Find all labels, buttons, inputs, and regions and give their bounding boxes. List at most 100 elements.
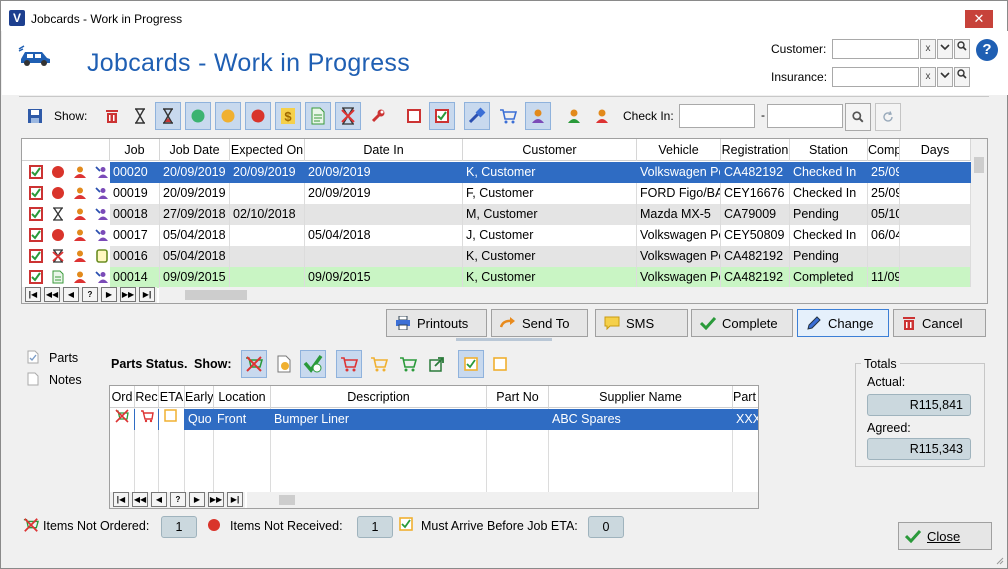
parts-column-header-description[interactable]: Description <box>271 386 487 408</box>
filter-user-green-button[interactable] <box>561 102 587 130</box>
parts-filter-approved-button[interactable] <box>300 350 326 378</box>
jobs-column-header-expected-on[interactable]: Expected On <box>230 139 305 161</box>
customer-input[interactable] <box>832 39 919 59</box>
parts-filter-eta-checked-button[interactable] <box>458 350 484 378</box>
insurance-input[interactable] <box>832 67 919 87</box>
window-close-button[interactable]: ✕ <box>965 10 993 28</box>
check-in-to-input[interactable] <box>767 104 843 128</box>
jobs-column-header-station[interactable]: Station <box>790 139 868 161</box>
jobs-vertical-scrollbar[interactable] <box>971 139 987 287</box>
refresh-button[interactable] <box>875 103 901 131</box>
job-cell-job: 00016 <box>110 246 160 267</box>
insurance-dropdown-button[interactable] <box>937 67 953 87</box>
check-in-from-input[interactable] <box>679 104 755 128</box>
filter-orange-button[interactable] <box>215 102 241 130</box>
filter-red-button[interactable] <box>245 102 271 130</box>
complete-button[interactable]: Complete <box>691 309 793 337</box>
jobs-column-header-job[interactable]: Job <box>110 139 160 161</box>
close-button[interactable]: Close <box>898 522 992 550</box>
filter-parts-cart-button[interactable] <box>495 102 521 130</box>
help-icon[interactable]: ? <box>976 39 998 61</box>
jobs-nav-info-button[interactable]: ? <box>82 287 98 302</box>
filter-unchecked-button[interactable] <box>401 102 427 130</box>
save-icon[interactable] <box>27 108 43 124</box>
parts-column-header-ord[interactable]: Ord <box>110 386 135 408</box>
jobs-column-header-status[interactable] <box>22 139 110 161</box>
parts-filter-cart-red-button[interactable] <box>336 350 362 378</box>
filter-no-time-button[interactable] <box>335 102 361 130</box>
parts-filter-ordered-button[interactable] <box>271 350 297 378</box>
jobs-column-header-days[interactable]: Days <box>900 139 971 161</box>
send-to-button[interactable]: Send To <box>491 309 588 337</box>
parts-column-header-eta[interactable]: ETA <box>159 386 185 408</box>
jobs-nav-prev-page-button[interactable]: ◀◀ <box>44 287 60 302</box>
parts-nav-info-button[interactable]: ? <box>170 492 186 507</box>
parts-column-header-rec[interactable]: Rec <box>135 386 159 408</box>
jobs-column-header-date-in[interactable]: Date In <box>305 139 463 161</box>
jobs-nav-prev-button[interactable]: ◀ <box>63 287 79 302</box>
jobs-hscroll-thumb[interactable] <box>185 290 247 300</box>
check-in-search-button[interactable] <box>845 103 871 131</box>
parts-hscroll-thumb[interactable] <box>279 495 295 505</box>
parts-column-header-supplier[interactable]: Supplier Name <box>549 386 733 408</box>
jobs-column-header-completed[interactable]: Completed <box>868 139 900 161</box>
jobs-column-header-vehicle[interactable]: Vehicle <box>637 139 721 161</box>
cancel-button[interactable]: Cancel <box>893 309 986 337</box>
panel-splitter[interactable] <box>456 338 552 341</box>
side-item-parts[interactable]: Parts <box>49 351 78 365</box>
parts-horizontal-scrollbar[interactable] <box>247 492 758 508</box>
insurance-clear-button[interactable]: x <box>920 67 936 87</box>
parts-nav-prev-button[interactable]: ◀ <box>151 492 167 507</box>
parts-nav-next-button[interactable]: ▶ <box>189 492 205 507</box>
parts-column-header-location[interactable]: Location <box>214 386 271 408</box>
jobs-table-row[interactable]: 00014 09/09/2015 09/09/2015 K, Customer Volk… <box>22 267 971 288</box>
filter-user-red-button[interactable] <box>589 102 615 130</box>
filter-invoiced-button[interactable]: $ <box>275 102 301 130</box>
jobs-vscroll-thumb[interactable] <box>974 157 984 173</box>
filter-checked-button[interactable] <box>429 102 455 130</box>
parts-nav-last-button[interactable]: ▶| <box>227 492 243 507</box>
filter-waiting-button[interactable] <box>127 102 153 130</box>
parts-filter-returned-button[interactable] <box>424 350 450 378</box>
sms-button[interactable]: SMS <box>595 309 688 337</box>
filter-deleted-button[interactable] <box>99 102 125 130</box>
jobs-table-row[interactable]: 00020 20/09/2019 20/09/2019 20/09/2019 K, Cu… <box>22 162 971 183</box>
jobs-nav-first-button[interactable]: |◀ <box>25 287 41 302</box>
parts-column-header-part-type[interactable]: Part Type <box>733 386 758 408</box>
customer-clear-button[interactable]: x <box>920 39 936 59</box>
filter-user-purple-button[interactable] <box>525 102 551 130</box>
resize-grip-icon[interactable] <box>994 555 1004 565</box>
insurance-search-button[interactable] <box>954 67 970 87</box>
filter-quoted-button[interactable] <box>305 102 331 130</box>
parts-table-row[interactable]: Quo Front Bumper Liner ABC Spares XXX <box>110 409 758 430</box>
parts-filter-cart-green-button[interactable] <box>395 350 421 378</box>
jobs-column-header-registration[interactable]: Registration <box>721 139 790 161</box>
parts-column-header-part-no[interactable]: Part No <box>487 386 549 408</box>
parts-filter-not-ordered-button[interactable] <box>241 350 267 378</box>
filter-repair-button[interactable] <box>365 102 391 130</box>
filter-paint-button[interactable] <box>464 102 490 130</box>
filter-pending-button[interactable] <box>155 102 181 130</box>
parts-filter-cart-yellow-button[interactable] <box>366 350 392 378</box>
parts-nav-next-page-button[interactable]: ▶▶ <box>208 492 224 507</box>
parts-nav-first-button[interactable]: |◀ <box>113 492 129 507</box>
printouts-button[interactable]: Printouts <box>386 309 487 337</box>
jobs-nav-last-button[interactable]: ▶| <box>139 287 155 302</box>
customer-dropdown-button[interactable] <box>937 39 953 59</box>
side-item-notes[interactable]: Notes <box>49 373 82 387</box>
jobs-column-header-customer[interactable]: Customer <box>463 139 637 161</box>
jobs-nav-next-page-button[interactable]: ▶▶ <box>120 287 136 302</box>
jobs-column-header-job-date[interactable]: Job Date <box>160 139 230 161</box>
parts-filter-eta-unchecked-button[interactable] <box>487 350 513 378</box>
jobs-nav-next-button[interactable]: ▶ <box>101 287 117 302</box>
parts-nav-prev-page-button[interactable]: ◀◀ <box>132 492 148 507</box>
jobs-table-row[interactable]: 00018 27/09/2018 02/10/2018 M, Customer Mazd… <box>22 204 971 225</box>
jobs-horizontal-scrollbar[interactable] <box>159 287 987 303</box>
jobs-table-row[interactable]: 00019 20/09/2019 20/09/2019 F, Customer FORD… <box>22 183 971 204</box>
parts-column-header-early[interactable]: Early <box>185 386 214 408</box>
customer-search-button[interactable] <box>954 39 970 59</box>
filter-green-button[interactable] <box>185 102 211 130</box>
jobs-table-row[interactable]: 0001605/04/2018 K, CustomerVolkswagen Pol… <box>22 246 971 267</box>
change-button[interactable]: Change <box>797 309 889 337</box>
jobs-table-row[interactable]: 00017 05/04/2018 05/04/2018 J, Customer Volk… <box>22 225 971 246</box>
